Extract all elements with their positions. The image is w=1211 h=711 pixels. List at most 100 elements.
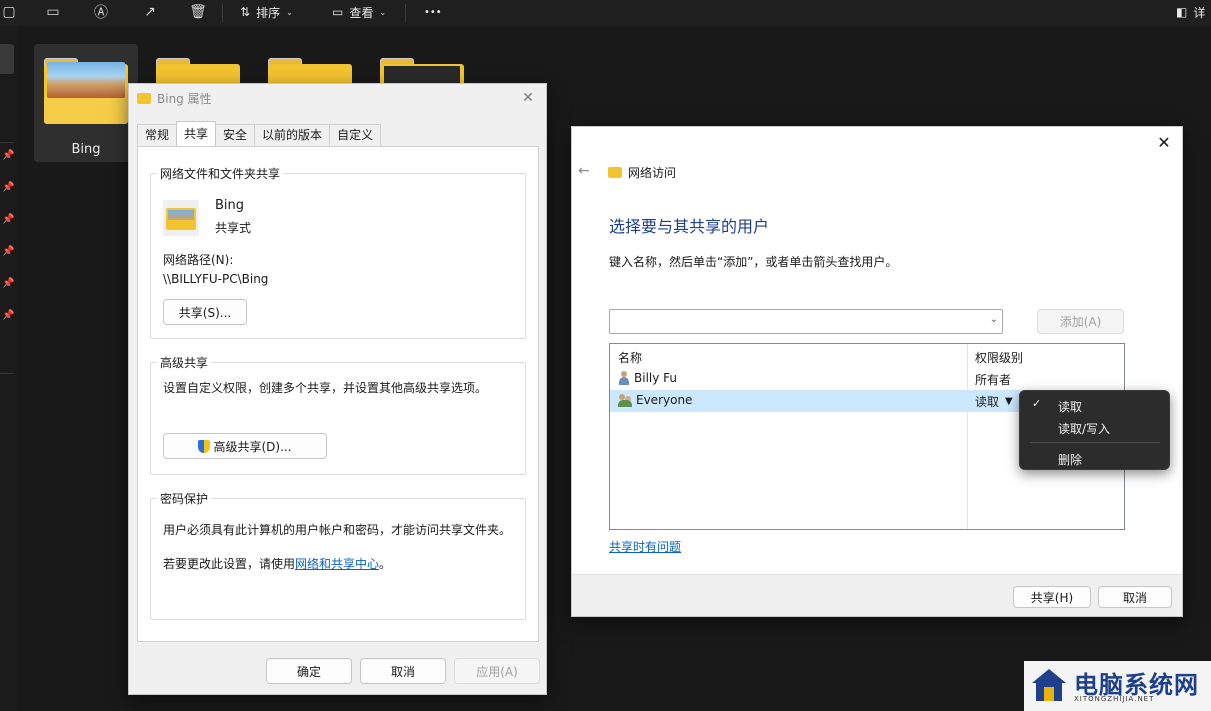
menu-item-label: 删除 bbox=[1058, 453, 1083, 467]
network-folder-icon bbox=[608, 167, 622, 178]
menu-separator bbox=[1030, 442, 1160, 443]
advanced-sharing-button[interactable]: 高级共享(D)... bbox=[163, 433, 327, 459]
folder-icon bbox=[44, 58, 128, 124]
folder-name: Bing bbox=[215, 198, 245, 213]
advanced-sharing-group: 高级共享 设置自定义权限，创建多个共享，并设置其他高级共享选项。 高级共享(D)… bbox=[150, 354, 526, 475]
user-name-cell: Billy Fu bbox=[618, 371, 677, 385]
sort-label: 排序 bbox=[256, 5, 281, 20]
paste-icon[interactable]: ▭ bbox=[44, 3, 62, 21]
pin-icon[interactable]: 📌 bbox=[2, 182, 14, 193]
rename-icon[interactable]: Ⓐ bbox=[92, 3, 110, 21]
pin-icon[interactable]: 📌 bbox=[2, 310, 14, 321]
dialog-title-bar: 网络访问 bbox=[608, 164, 676, 181]
tab-previous-versions[interactable]: 以前的版本 bbox=[254, 124, 331, 146]
sort-icon: ⇅ bbox=[240, 5, 251, 19]
dialog-title: Bing 属性 bbox=[157, 91, 212, 106]
instruction-text: 键入名称，然后单击“添加”，或者单击箭头查找用户。 bbox=[609, 255, 898, 269]
view-button[interactable]: ▭ 查看 ⌄ bbox=[332, 2, 386, 22]
menu-item-remove[interactable]: 删除 bbox=[1020, 447, 1169, 469]
pin-icon[interactable]: 📌 bbox=[2, 150, 14, 161]
network-path-value: \\BILLYFU-PC\Bing bbox=[163, 272, 269, 286]
column-header-name[interactable]: 名称 bbox=[618, 349, 642, 366]
group-legend: 密码保护 bbox=[157, 490, 212, 507]
permission-cell: 所有者 bbox=[975, 371, 1011, 388]
pin-icon[interactable]: 📌 bbox=[2, 214, 14, 225]
tab-security[interactable]: 安全 bbox=[215, 124, 256, 146]
explorer-toolbar: ▢ ▭ Ⓐ ↗ 🗑 ⇅ 排序 ⌄ ▭ 查看 ⌄ ••• ◧ 详 bbox=[0, 0, 1211, 26]
more-options-button[interactable]: ••• bbox=[424, 2, 442, 22]
file-item-bing[interactable]: Bing bbox=[34, 44, 138, 162]
column-header-permission[interactable]: 权限级别 bbox=[975, 349, 1023, 366]
share-button[interactable]: 共享(S)... bbox=[163, 299, 247, 325]
network-access-dialog: ✕ ← 网络访问 选择要与其共享的用户 键入名称，然后单击“添加”，或者单击箭头… bbox=[571, 126, 1183, 617]
pin-icon[interactable]: 📌 bbox=[2, 246, 14, 257]
tab-strip: 常规 共享 安全 以前的版本 自定义 bbox=[137, 121, 382, 146]
tab-customize[interactable]: 自定义 bbox=[329, 124, 382, 146]
properties-dialog: Bing 属性 ✕ 常规 共享 安全 以前的版本 自定义 网络文件和文件夹共享 … bbox=[128, 83, 547, 695]
uac-shield-icon bbox=[198, 439, 211, 453]
tab-sharing[interactable]: 共享 bbox=[176, 121, 217, 146]
group-users-icon bbox=[618, 393, 632, 407]
advanced-sharing-description: 设置自定义权限，创建多个共享，并设置其他高级共享选项。 bbox=[163, 381, 488, 395]
details-label: 详 bbox=[1193, 5, 1206, 20]
folder-icon bbox=[137, 92, 151, 104]
cancel-button[interactable]: 取消 bbox=[360, 658, 446, 684]
site-watermark: 电脑系统网 XITONGZHIJIA.NET bbox=[1024, 661, 1211, 711]
view-icon: ▭ bbox=[332, 5, 344, 19]
toolbar-divider bbox=[405, 4, 406, 22]
share-icon[interactable]: ↗ bbox=[141, 3, 159, 21]
nav-divider bbox=[0, 142, 14, 143]
close-button[interactable]: ✕ bbox=[1152, 131, 1176, 155]
share-state: 共享式 bbox=[215, 221, 252, 235]
copy-icon[interactable]: ▢ bbox=[0, 3, 18, 21]
toolbar-divider bbox=[222, 4, 223, 22]
back-arrow-icon: ← bbox=[578, 163, 590, 179]
password-protection-group: 密码保护 用户必须具有此计算机的用户帐户和密码，才能访问共享文件夹。 若要更改此… bbox=[150, 490, 526, 620]
password-protection-description: 用户必须具有此计算机的用户帐户和密码，才能访问共享文件夹。 bbox=[163, 523, 512, 537]
user-name: Billy Fu bbox=[634, 371, 678, 385]
apply-button[interactable]: 应用(A) bbox=[454, 658, 540, 684]
house-logo-icon bbox=[1032, 669, 1066, 701]
close-icon: ✕ bbox=[522, 90, 534, 106]
add-button[interactable]: 添加(A) bbox=[1037, 309, 1124, 334]
navigation-pane: 📌 📌 📌 📌 📌 📌 bbox=[0, 26, 18, 711]
pin-icon[interactable]: 📌 bbox=[2, 278, 14, 289]
delete-icon[interactable]: 🗑 bbox=[189, 3, 207, 21]
sharing-trouble-link[interactable]: 共享时有问题 bbox=[609, 538, 681, 555]
checkmark-icon: ✓ bbox=[1032, 397, 1042, 410]
cancel-button[interactable]: 取消 bbox=[1098, 586, 1172, 608]
details-pane-button[interactable]: ◧ 详 bbox=[1176, 2, 1205, 22]
user-icon bbox=[618, 371, 630, 385]
menu-item-read-write[interactable]: 读取/写入 bbox=[1020, 416, 1169, 438]
shared-folder-icon bbox=[163, 200, 199, 236]
details-pane-icon: ◧ bbox=[1176, 5, 1188, 19]
close-button[interactable]: ✕ bbox=[518, 88, 538, 108]
sort-button[interactable]: ⇅ 排序 ⌄ bbox=[240, 2, 293, 22]
change-setting-text: 若要更改此设置，请使用网络和共享中心。 bbox=[163, 555, 391, 572]
permission-dropdown[interactable]: 读取 ▼ bbox=[975, 393, 1013, 410]
menu-item-label: 读取 bbox=[1058, 400, 1083, 414]
chevron-down-icon[interactable]: ⌄ bbox=[990, 314, 998, 325]
view-label: 查看 bbox=[349, 5, 374, 20]
menu-item-label: 读取/写入 bbox=[1058, 422, 1111, 436]
page-heading: 选择要与其共享的用户 bbox=[609, 217, 770, 236]
ok-button[interactable]: 确定 bbox=[266, 658, 352, 684]
permission-level: 读取 bbox=[975, 395, 1000, 409]
tab-general[interactable]: 常规 bbox=[137, 124, 178, 146]
network-path-label: 网络路径(N): bbox=[163, 253, 234, 267]
menu-item-read[interactable]: ✓ 读取 bbox=[1020, 394, 1169, 416]
share-button[interactable]: 共享(H) bbox=[1013, 586, 1091, 608]
nav-divider bbox=[0, 373, 14, 374]
watermark-subtitle: XITONGZHIJIA.NET bbox=[1074, 695, 1155, 703]
user-name-combobox[interactable]: ⌄ bbox=[609, 309, 1003, 334]
file-item-label: Bing bbox=[71, 142, 101, 157]
permission-menu: ✓ 读取 读取/写入 删除 bbox=[1019, 390, 1170, 470]
change-setting-prefix: 若要更改此设置，请使用 bbox=[163, 557, 296, 571]
chevron-down-icon: ⌄ bbox=[379, 7, 387, 17]
back-button[interactable]: ← bbox=[578, 163, 590, 179]
nav-selected-item[interactable] bbox=[0, 44, 14, 74]
list-item[interactable]: Billy Fu 所有者 bbox=[610, 368, 1124, 390]
dialog-title-bar: Bing 属性 bbox=[137, 90, 212, 106]
network-sharing-center-link[interactable]: 网络和共享中心 bbox=[295, 557, 379, 571]
dialog-title: 网络访问 bbox=[628, 166, 677, 180]
